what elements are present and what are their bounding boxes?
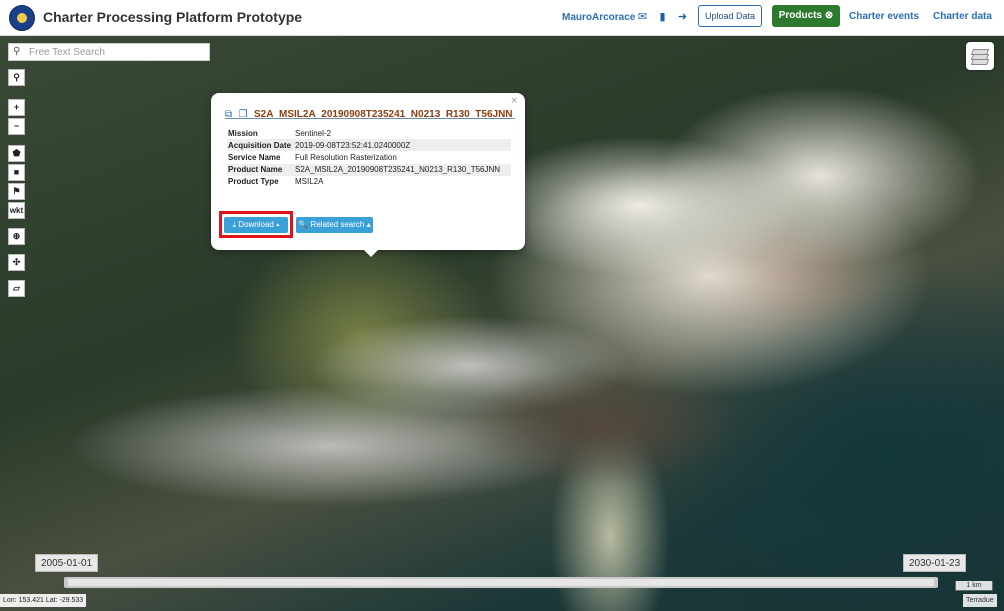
layers-icon[interactable]	[966, 42, 994, 70]
ruler-icon[interactable]: ▱	[8, 280, 25, 297]
product-popup: × ⧉ ❐ S2A_MSIL2A_20190908T235241_N0213_R…	[211, 93, 525, 250]
search-input[interactable]	[29, 45, 205, 59]
search-icon[interactable]: ⚲	[8, 69, 25, 86]
polygon-icon[interactable]: ⬟	[8, 145, 25, 162]
attribution[interactable]: Terradue	[963, 594, 997, 607]
row-key: Mission	[228, 128, 258, 138]
search-box: ⚲	[8, 43, 210, 61]
table-row: Product Type MSIL2A	[227, 176, 511, 188]
product-details-table: Mission Sentinel-2 Acquisition Date 2019…	[227, 127, 511, 188]
book-icon[interactable]: ▮	[656, 11, 669, 23]
row-value: MSIL2A	[295, 177, 324, 187]
table-row: Acquisition Date 2019-09-08T23:52:41.024…	[227, 139, 511, 152]
table-row: Service Name Full Resolution Rasterizati…	[227, 151, 511, 163]
copy-icon[interactable]: ❐	[239, 109, 248, 118]
popup-title[interactable]: S2A_MSIL2A_20190908T235241_N0213_R130_T5…	[254, 109, 513, 118]
row-key: Product Type	[228, 177, 279, 187]
timeline-slider[interactable]	[64, 577, 938, 588]
envelope-icon[interactable]: ✉	[636, 11, 649, 23]
map-marker-icon[interactable]: ⚑	[8, 183, 25, 200]
top-navbar: Charter Processing Platform Prototype Ma…	[0, 0, 1004, 36]
charter-logo[interactable]	[9, 5, 35, 31]
wkt-button[interactable]: wkt	[8, 202, 25, 219]
square-icon[interactable]: ■	[8, 164, 25, 181]
map-canvas[interactable]: ⚲ ⚲ + − ⬟ ■ ⚑ wkt ⊕ ✣ ▱ × ⧉ ❐ S2A_MSIL2A…	[0, 36, 1004, 611]
close-circle-icon: ⊗	[824, 10, 834, 21]
download-highlight-box	[219, 211, 293, 238]
globe-icon[interactable]: ⊕	[8, 228, 25, 245]
row-value: Sentinel-2	[295, 128, 332, 138]
scale-bar: 1 km	[955, 581, 993, 591]
external-link-icon[interactable]: ⧉	[225, 109, 232, 118]
products-button[interactable]: Products ⊗	[772, 5, 840, 27]
popup-pointer	[362, 248, 380, 257]
nav-charter-data[interactable]: Charter data	[933, 11, 992, 22]
row-value: S2A_MSIL2A_20190908T235241_N0213_R130_T5…	[294, 163, 511, 176]
upload-data-button[interactable]: Upload Data	[698, 5, 762, 27]
timeline-end-date[interactable]: 2030-01-23	[903, 554, 967, 572]
row-key: Product Name	[227, 163, 294, 176]
row-key: Acquisition Date	[227, 139, 294, 152]
sign-out-icon[interactable]: ➜	[676, 11, 689, 23]
row-key: Service Name	[228, 152, 281, 162]
search-icon: ⚲	[13, 46, 21, 57]
zoom-in-button[interactable]: +	[8, 99, 25, 116]
user-menu[interactable]: MauroArcorace	[562, 12, 635, 23]
timeline-range[interactable]	[68, 579, 934, 586]
row-value: 2019-09-08T23:52:41.0240000Z	[294, 139, 511, 152]
nav-charter-events[interactable]: Charter events	[849, 11, 919, 22]
related-search-button[interactable]: 🔍 Related search ▴	[296, 217, 373, 233]
popup-title-row: ⧉ ❐ S2A_MSIL2A_20190908T235241_N0213_R13…	[225, 104, 515, 119]
row-value: Full Resolution Rasterization	[295, 152, 397, 162]
expand-icon[interactable]: ✣	[8, 254, 25, 271]
layer-shape	[970, 59, 990, 65]
products-label: Products	[778, 10, 823, 21]
table-row: Product Name S2A_MSIL2A_20190908T235241_…	[227, 163, 511, 176]
table-row: Mission Sentinel-2	[227, 127, 511, 139]
zoom-out-button[interactable]: −	[8, 118, 25, 135]
timeline-start-date[interactable]: 2005-01-01	[35, 554, 99, 572]
mouse-coordinates: Lon: 153.421 Lat: -29.533	[0, 594, 87, 607]
app-title[interactable]: Charter Processing Platform Prototype	[43, 9, 302, 25]
